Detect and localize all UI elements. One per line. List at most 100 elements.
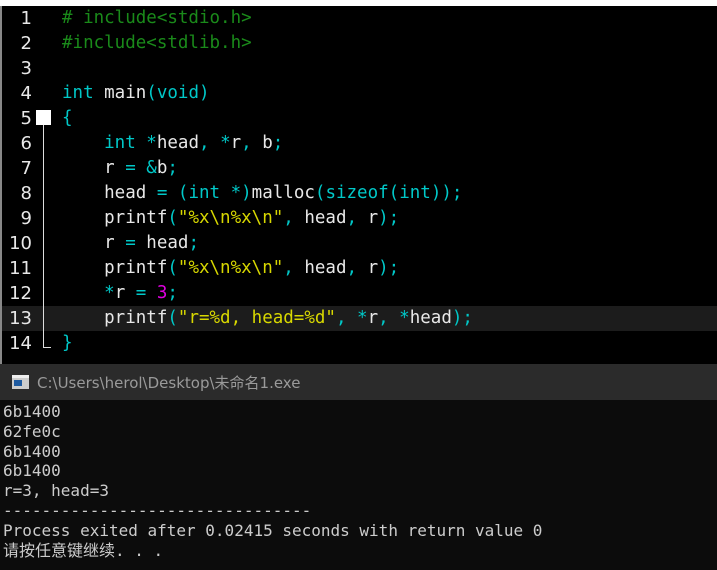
code-token: , bbox=[283, 258, 305, 278]
code-token: ; bbox=[167, 158, 178, 178]
code-token: ; bbox=[188, 233, 199, 253]
code-token: r bbox=[367, 308, 379, 328]
code-token: ( bbox=[388, 183, 400, 203]
code-token: { bbox=[62, 108, 73, 128]
code-token: main bbox=[93, 83, 147, 103]
code-token: ( bbox=[146, 83, 157, 103]
console-output-line: 62fe0c bbox=[3, 421, 61, 441]
code-token: , * bbox=[199, 133, 231, 153]
code-token: ); bbox=[378, 208, 400, 228]
code-line[interactable]: 8 head = (int *)malloc(sizeof(int)); bbox=[2, 181, 717, 206]
fold-guide-end bbox=[43, 347, 51, 348]
code-token: , bbox=[346, 208, 368, 228]
line-code: # include<stdio.h> bbox=[62, 6, 252, 31]
code-line[interactable]: 1 # include<stdio.h> bbox=[2, 6, 717, 31]
code-token: *) bbox=[220, 183, 252, 203]
code-token: , bbox=[346, 258, 368, 278]
code-line[interactable]: 2 #include<stdlib.h> bbox=[2, 31, 717, 56]
code-line[interactable]: 14} bbox=[2, 331, 717, 356]
code-token: printf bbox=[62, 208, 168, 228]
line-code: printf("%x\n%x\n", head, r); bbox=[62, 256, 399, 281]
line-number: 5 bbox=[20, 108, 32, 129]
code-token: = bbox=[114, 233, 147, 253]
line-code: } bbox=[62, 331, 73, 356]
console-title-bar[interactable]: C:\Users\herol\Desktop\未命名1.exe bbox=[0, 364, 717, 400]
line-number: 8 bbox=[20, 183, 32, 204]
code-token: sizeof bbox=[325, 183, 389, 203]
code-token: )); bbox=[430, 183, 463, 203]
code-line[interactable]: 11 printf("%x\n%x\n", head, r); bbox=[2, 256, 717, 281]
console-output-line: -------------------------------- bbox=[3, 500, 312, 520]
console-output-line: 6b1400 bbox=[3, 402, 61, 421]
line-code: r = head; bbox=[62, 231, 199, 256]
line-code: head = (int *)malloc(sizeof(int)); bbox=[62, 181, 462, 206]
code-token: r bbox=[62, 158, 115, 178]
console-output: 6b1400 62fe0c 6b1400 6b1400 r=3, head=3 -----… bbox=[0, 400, 717, 560]
code-token: ) bbox=[199, 83, 210, 103]
line-number: 14 bbox=[9, 333, 32, 354]
console-output-line: 6b1400 bbox=[3, 461, 61, 481]
console-output-line: 请按任意键继续. . . bbox=[3, 540, 164, 560]
code-editor[interactable]: 1 # include<stdio.h> 2 #include<stdlib.h> 3 4… bbox=[0, 6, 717, 364]
code-token: head bbox=[62, 183, 147, 203]
code-token: ; bbox=[272, 133, 284, 153]
line-code: #include<stdlib.h> bbox=[62, 31, 252, 56]
code-token: head bbox=[156, 133, 199, 153]
line-number: 4 bbox=[20, 83, 32, 104]
code-token: , bbox=[283, 208, 305, 228]
line-number: 1 bbox=[20, 8, 32, 29]
console-app-icon bbox=[12, 375, 29, 389]
code-token: r bbox=[367, 208, 379, 228]
line-number: 3 bbox=[20, 58, 32, 79]
code-token: void bbox=[156, 83, 199, 103]
code-token: ; bbox=[167, 283, 178, 303]
code-token: , * bbox=[378, 308, 410, 328]
line-number: 2 bbox=[20, 33, 32, 54]
code-token: malloc bbox=[251, 183, 315, 203]
code-token: int bbox=[62, 133, 136, 153]
code-token: 3 bbox=[156, 283, 168, 303]
code-line[interactable]: 9 printf("%x\n%x\n", head, r); bbox=[2, 206, 717, 231]
code-token: ); bbox=[451, 308, 473, 328]
code-line[interactable]: 4 int main(void) bbox=[2, 81, 717, 106]
code-token: = bbox=[125, 283, 157, 303]
line-number: 10 bbox=[9, 233, 32, 254]
line-number: 7 bbox=[20, 158, 32, 179]
code-token: , * bbox=[335, 308, 368, 328]
code-token: head bbox=[409, 308, 452, 328]
code-token: ( bbox=[167, 258, 178, 278]
console-title: C:\Users\herol\Desktop\未命名1.exe bbox=[37, 373, 301, 392]
code-token: head bbox=[304, 258, 347, 278]
code-line[interactable]: 13 printf("r=%d, head=%d", *r, *head); bbox=[2, 306, 717, 331]
line-code: int main(void) bbox=[62, 81, 210, 106]
code-line[interactable]: 7 r = &b; bbox=[2, 156, 717, 181]
line-code: { bbox=[62, 106, 73, 131]
line-code: printf("r=%d, head=%d", *r, *head); bbox=[62, 306, 473, 331]
code-token: r bbox=[367, 258, 379, 278]
code-line[interactable]: 5{ bbox=[2, 106, 717, 131]
code-token: b bbox=[262, 133, 273, 153]
code-line[interactable]: 12 *r = 3; bbox=[2, 281, 717, 306]
fold-toggle-icon[interactable] bbox=[36, 110, 51, 125]
line-code: printf("%x\n%x\n", head, r); bbox=[62, 206, 399, 231]
code-token: head bbox=[146, 233, 189, 253]
code-token: printf bbox=[62, 258, 168, 278]
console-window[interactable]: C:\Users\herol\Desktop\未命名1.exe 6b1400 62… bbox=[0, 364, 717, 570]
code-token: = ( bbox=[146, 183, 189, 203]
console-output-line: Process exited after 0.02415 seconds wit… bbox=[3, 520, 543, 540]
code-line[interactable]: 6 int *head, *r, b; bbox=[2, 131, 717, 156]
code-line[interactable]: 10 r = head; bbox=[2, 231, 717, 256]
line-number: 11 bbox=[9, 258, 32, 279]
code-token: r bbox=[62, 233, 115, 253]
line-number: 6 bbox=[20, 133, 32, 154]
code-token: int bbox=[399, 183, 431, 203]
code-token: ( bbox=[314, 183, 326, 203]
code-token: head bbox=[304, 208, 347, 228]
code-token: "%x\n%x\n" bbox=[177, 258, 284, 278]
code-token: , bbox=[241, 133, 263, 153]
fold-guide-line bbox=[43, 125, 44, 347]
line-number: 13 bbox=[9, 308, 32, 329]
code-token: "r=%d, head=%d" bbox=[177, 308, 336, 328]
code-token: "%x\n%x\n" bbox=[177, 208, 284, 228]
code-line[interactable]: 3 bbox=[2, 56, 717, 81]
